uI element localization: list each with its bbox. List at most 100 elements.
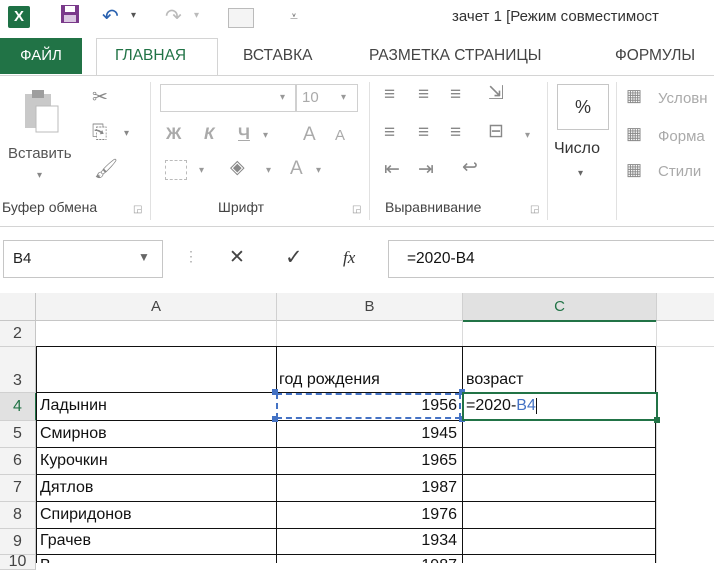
row-header-5[interactable]: 5 — [0, 421, 36, 448]
cell-b6[interactable]: 1965 — [280, 452, 457, 470]
cell-a7[interactable]: Дятлов — [40, 479, 274, 497]
font-name-box[interactable] — [160, 84, 296, 112]
grow-font-button[interactable]: A — [303, 124, 316, 146]
undo-dropdown-icon[interactable]: ▾ — [131, 10, 136, 21]
cell-a9[interactable]: Грачев — [40, 532, 274, 550]
italic-button[interactable]: К — [204, 124, 214, 144]
row-header-7[interactable]: 7 — [0, 475, 36, 502]
cell-b7[interactable]: 1987 — [280, 479, 457, 497]
alignment-launcher-icon[interactable]: ◲ — [530, 204, 539, 215]
tab-home[interactable]: ГЛАВНАЯ — [115, 38, 186, 74]
range-handle[interactable] — [272, 389, 278, 395]
row-header-3[interactable]: 3 — [0, 347, 36, 393]
row-header-4[interactable]: 4 — [0, 393, 37, 421]
borders-icon[interactable] — [165, 160, 187, 180]
cell-b9[interactable]: 1934 — [280, 532, 457, 550]
separator — [616, 82, 617, 220]
align-middle-icon[interactable]: ≡ — [418, 84, 429, 106]
wrap-text-icon[interactable]: ↩ — [462, 156, 478, 179]
fill-handle[interactable] — [654, 417, 660, 423]
format-table-icon[interactable]: ▦ — [626, 124, 642, 144]
row-header-8[interactable]: 8 — [0, 502, 36, 529]
column-header-c[interactable]: C — [463, 293, 657, 322]
number-format-button[interactable]: Число — [554, 140, 600, 158]
cell-c4-content[interactable]: =2020-B4 — [466, 397, 654, 415]
underline-dropdown-icon[interactable]: ▾ — [263, 130, 268, 141]
form-icon[interactable] — [228, 8, 254, 28]
cell-a6[interactable]: Курочкин — [40, 452, 274, 470]
font-color-dropdown-icon[interactable]: ▾ — [316, 165, 321, 176]
paste-button[interactable]: Вставить — [8, 145, 72, 162]
cell-styles-icon[interactable]: ▦ — [626, 160, 642, 180]
decrease-indent-icon[interactable]: ⇤ — [384, 158, 400, 181]
cancel-button[interactable]: ✕ — [229, 246, 245, 269]
row-header-2[interactable]: 2 — [0, 321, 36, 347]
save-icon[interactable] — [60, 4, 80, 30]
number-format-dropdown-icon[interactable]: ▾ — [578, 168, 583, 179]
conditional-format-icon[interactable]: ▦ — [626, 86, 642, 106]
font-size-dropdown-icon[interactable]: ▾ — [341, 92, 346, 103]
insert-function-button[interactable]: fx — [343, 248, 355, 268]
select-all-corner[interactable] — [0, 293, 36, 321]
borders-dropdown-icon[interactable]: ▾ — [199, 165, 204, 176]
align-left-icon[interactable]: ≡ — [384, 122, 395, 144]
cell-a4[interactable]: Ладынин — [40, 397, 274, 415]
cell-b4[interactable]: 1956 — [280, 397, 457, 415]
redo-dropdown-icon[interactable]: ▾ — [194, 10, 199, 21]
tab-insert[interactable]: ВСТАВКА — [243, 38, 313, 74]
align-center-icon[interactable]: ≡ — [418, 122, 429, 144]
tab-file[interactable]: ФАЙЛ — [0, 38, 82, 74]
underline-button[interactable]: Ч — [238, 124, 250, 144]
customize-qat-icon[interactable]: ⩡ — [290, 8, 298, 25]
cell-a10[interactable]: В — [40, 557, 274, 563]
cell-a8[interactable]: Спиридонов — [40, 506, 274, 524]
undo-icon[interactable]: ↶ — [102, 4, 119, 29]
paste-dropdown-icon[interactable]: ▾ — [37, 170, 42, 181]
column-header-d[interactable] — [657, 293, 714, 321]
fill-color-dropdown-icon[interactable]: ▾ — [266, 165, 271, 176]
cell-b3[interactable]: год рождения — [279, 371, 461, 389]
excel-logo-icon[interactable]: X — [8, 6, 30, 28]
row-header-9[interactable]: 9 — [0, 529, 36, 555]
cut-icon[interactable]: ✂ — [92, 86, 108, 109]
shrink-font-button[interactable]: A — [335, 127, 345, 144]
cell-b8[interactable]: 1976 — [280, 506, 457, 524]
enter-button[interactable]: ✓ — [285, 245, 303, 270]
redo-icon[interactable]: ↷ — [165, 4, 182, 29]
row-header-6[interactable]: 6 — [0, 448, 36, 475]
column-header-b[interactable]: B — [277, 293, 463, 321]
separator — [150, 82, 151, 220]
font-launcher-icon[interactable]: ◲ — [352, 204, 361, 215]
name-box-dropdown-icon[interactable]: ▼ — [138, 250, 150, 264]
font-name-dropdown-icon[interactable]: ▾ — [280, 92, 285, 103]
cell-styles-button[interactable]: Стили — [658, 163, 701, 180]
bold-button[interactable]: Ж — [166, 124, 181, 144]
merge-dropdown-icon[interactable]: ▾ — [525, 130, 530, 141]
range-handle[interactable] — [272, 416, 278, 422]
cell-c3[interactable]: возраст — [466, 371, 654, 389]
format-table-button[interactable]: Форма — [658, 128, 705, 145]
fill-color-icon[interactable]: ◈ — [230, 156, 245, 179]
font-color-button[interactable]: A — [290, 158, 303, 180]
cell-b5[interactable]: 1945 — [280, 425, 457, 443]
cell-b10[interactable]: 1987 — [280, 557, 457, 563]
tab-page-layout[interactable]: РАЗМЕТКА СТРАНИЦЫ — [369, 38, 542, 74]
orientation-icon[interactable]: ⇲ — [488, 82, 504, 105]
align-top-icon[interactable]: ≡ — [384, 84, 395, 106]
align-right-icon[interactable]: ≡ — [450, 122, 461, 144]
increase-indent-icon[interactable]: ⇥ — [418, 158, 434, 181]
copy-icon[interactable]: ⎘ — [92, 122, 107, 144]
tab-formulas[interactable]: ФОРМУЛЫ — [615, 38, 695, 74]
format-painter-icon[interactable]: 🖌 — [94, 157, 118, 181]
cell-a5[interactable]: Смирнов — [40, 425, 274, 443]
clipboard-launcher-icon[interactable]: ◲ — [133, 204, 142, 215]
align-bottom-icon[interactable]: ≡ — [450, 84, 461, 106]
formula-bar-grip-icon: ⋮ — [184, 248, 198, 264]
copy-dropdown-icon[interactable]: ▾ — [124, 128, 129, 139]
separator — [369, 82, 370, 220]
merge-center-icon[interactable]: ⊟ — [488, 120, 504, 143]
percent-format-button[interactable]: % — [557, 84, 609, 130]
paste-icon[interactable] — [22, 88, 60, 139]
conditional-format-button[interactable]: Условн — [658, 90, 708, 107]
column-header-a[interactable]: A — [36, 293, 277, 321]
